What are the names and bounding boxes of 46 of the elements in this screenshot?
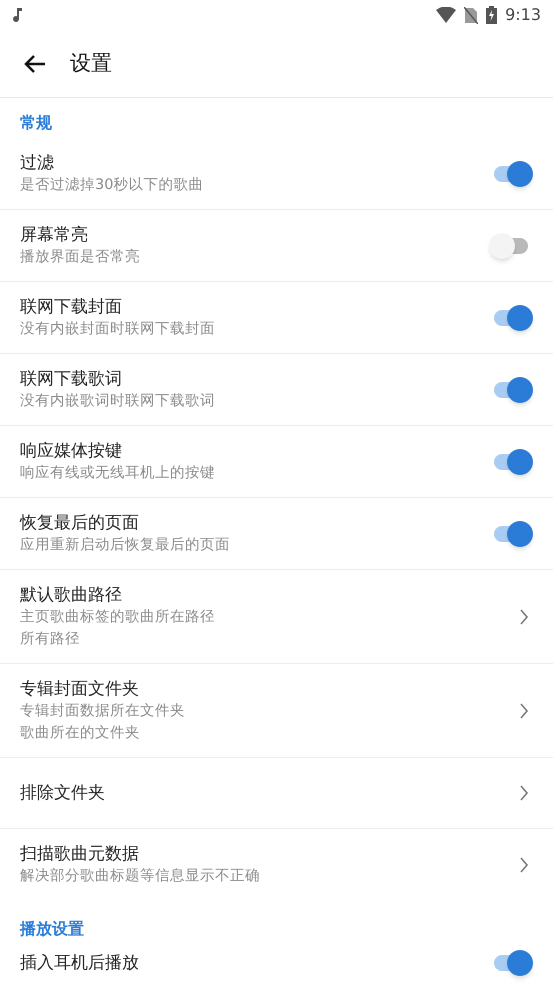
setting-title: 恢复最后的页面 <box>20 512 140 535</box>
section-header: 播放设置 <box>20 919 84 938</box>
settings-row[interactable]: 专辑封面文件夹 专辑封面数据所在文件夹 歌曲所在的文件夹 <box>0 664 553 758</box>
setting-description: 解决部分歌曲标题等信息显示不正确 <box>20 866 261 886</box>
setting-title: 默认歌曲路径 <box>20 584 123 607</box>
settings-row[interactable]: 扫描歌曲元数据 解决部分歌曲标题等信息显示不正确 <box>0 829 553 900</box>
setting-title: 排除文件夹 <box>20 782 106 805</box>
back-arrow-icon <box>24 54 46 74</box>
setting-description: 主页歌曲标签的歌曲所在路径 <box>20 608 216 627</box>
settings-row[interactable]: 插入耳机后播放 <box>0 946 553 976</box>
setting-title: 屏幕常亮 <box>20 224 89 247</box>
status-time: 9:13 <box>505 4 541 26</box>
settings-row[interactable]: 排除文件夹 <box>0 758 553 829</box>
settings-row[interactable]: 屏幕常亮 播放界面是否常亮 <box>0 210 553 282</box>
chevron-right-icon <box>519 856 529 872</box>
setting-title: 响应媒体按键 <box>20 440 123 463</box>
section-header: 常规 <box>20 113 52 132</box>
setting-description: 专辑封面数据所在文件夹 <box>20 702 186 721</box>
setting-description: 播放界面是否常亮 <box>20 248 141 267</box>
setting-title: 插入耳机后播放 <box>20 952 140 975</box>
setting-title: 扫描歌曲元数据 <box>20 843 140 866</box>
settings-row[interactable]: 默认歌曲路径 主页歌曲标签的歌曲所在路径 所有路径 <box>0 570 553 664</box>
setting-description: 没有内嵌歌词时联网下载歌词 <box>20 392 216 411</box>
page-title: 设置 <box>70 50 112 77</box>
settings-row[interactable]: 过滤 是否过滤掉30秒以下的歌曲 <box>0 138 553 210</box>
setting-description: 响应有线或无线耳机上的按键 <box>20 464 216 483</box>
setting-description: 应用重新启动后恢复最后的页面 <box>20 536 231 555</box>
setting-title: 专辑封面文件夹 <box>20 678 140 701</box>
setting-value: 歌曲所在的文件夹 <box>20 724 141 743</box>
chevron-right-icon <box>519 608 529 624</box>
setting-description: 没有内嵌封面时联网下载封面 <box>20 320 216 339</box>
chevron-right-icon <box>519 785 529 801</box>
wifi-icon <box>436 7 456 23</box>
settings-row[interactable]: 响应媒体按键 响应有线或无线耳机上的按键 <box>0 426 553 498</box>
settings-row[interactable]: 联网下载封面 没有内嵌封面时联网下载封面 <box>0 282 553 354</box>
settings-row[interactable]: 联网下载歌词 没有内嵌歌词时联网下载歌词 <box>0 354 553 426</box>
setting-title: 联网下载歌词 <box>20 368 123 391</box>
music-note-icon <box>12 7 24 23</box>
settings-row[interactable]: 恢复最后的页面 应用重新启动后恢复最后的页面 <box>0 498 553 570</box>
setting-description: 是否过滤掉30秒以下的歌曲 <box>20 176 204 195</box>
no-sim-icon <box>464 6 478 24</box>
battery-charging-icon <box>486 6 498 24</box>
setting-title: 联网下载封面 <box>20 296 123 319</box>
setting-title: 过滤 <box>20 152 55 175</box>
setting-value: 所有路径 <box>20 630 81 649</box>
chevron-right-icon <box>519 702 529 718</box>
